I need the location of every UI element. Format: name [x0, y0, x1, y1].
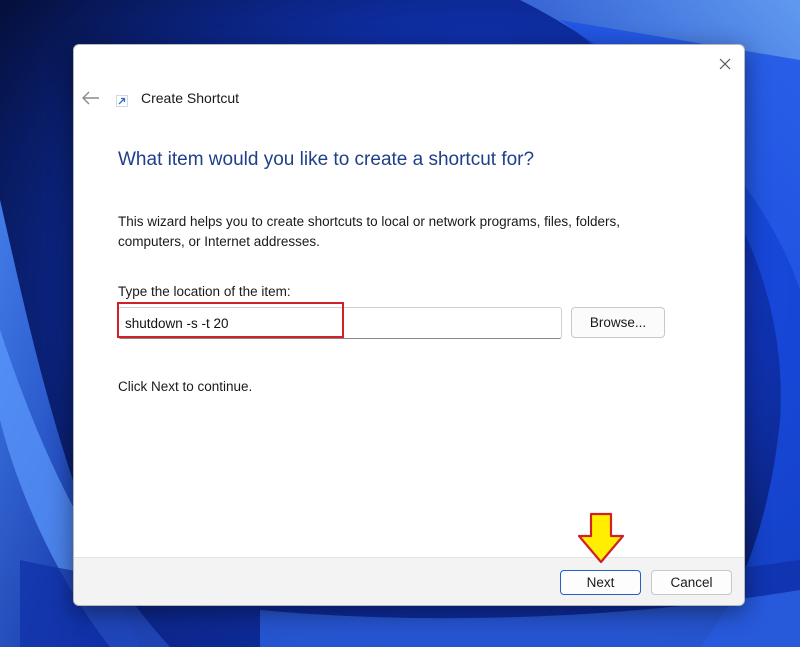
cancel-button[interactable]: Cancel — [651, 570, 732, 595]
continue-instruction: Click Next to continue. — [118, 379, 253, 394]
create-shortcut-dialog: Create Shortcut What item would you like… — [73, 44, 745, 606]
shortcut-arrow-icon — [116, 95, 128, 107]
next-button[interactable]: Next — [560, 570, 641, 595]
browse-button[interactable]: Browse... — [571, 307, 665, 338]
wizard-description: This wizard helps you to create shortcut… — [118, 214, 620, 249]
back-arrow-icon — [82, 91, 99, 105]
dialog-title: Create Shortcut — [141, 90, 240, 106]
wizard-heading: What item would you like to create a sho… — [118, 149, 535, 170]
location-label: Type the location of the item: — [118, 284, 291, 299]
back-button[interactable] — [80, 87, 102, 109]
close-icon — [719, 58, 731, 70]
dialog-footer — [74, 557, 744, 605]
location-input[interactable] — [118, 307, 562, 339]
close-button[interactable] — [714, 53, 736, 75]
down-arrow-annotation-icon — [577, 512, 625, 564]
